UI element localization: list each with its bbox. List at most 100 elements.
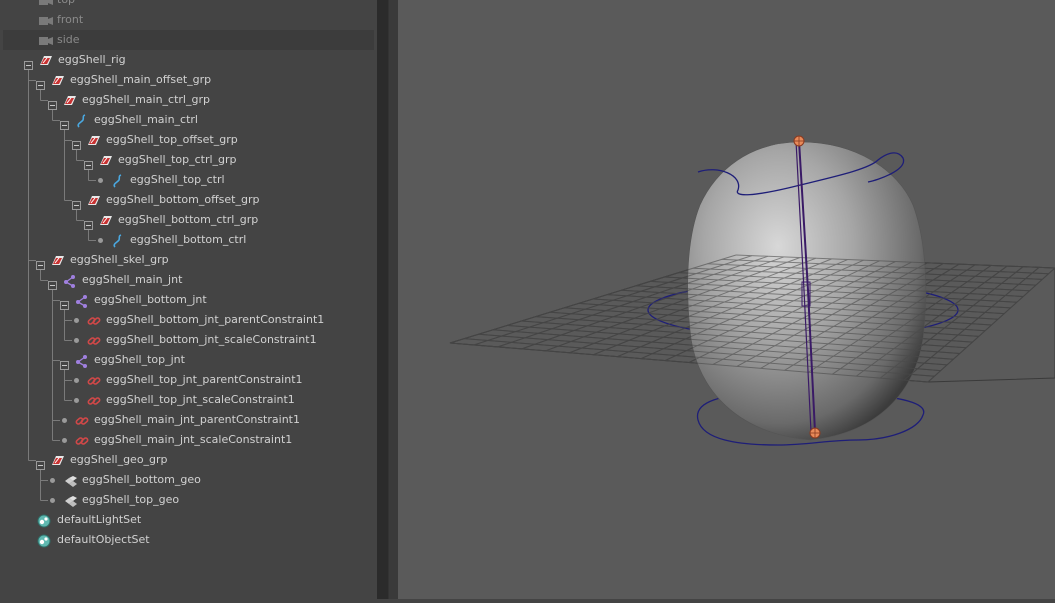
outliner-row-label: eggShell_rig bbox=[58, 53, 126, 66]
camera-icon bbox=[38, 13, 54, 27]
collapse-toggle-icon[interactable] bbox=[72, 195, 81, 210]
outliner-row-label: eggShell_main_jnt_scaleConstraint1 bbox=[94, 433, 293, 446]
curve-icon bbox=[110, 233, 126, 248]
outliner-row[interactable]: defaultObjectSet bbox=[0, 530, 377, 550]
outliner-row-label: top bbox=[57, 0, 75, 7]
outliner-row-label: eggShell_bottom_ctrl bbox=[130, 233, 247, 246]
group-icon bbox=[98, 153, 114, 167]
constraint-icon bbox=[86, 313, 102, 327]
outliner-row-label: eggShell_top_offset_grp bbox=[106, 133, 238, 146]
outliner-row-label: eggShell_bottom_geo bbox=[82, 473, 201, 486]
collapse-toggle-icon[interactable] bbox=[48, 275, 57, 290]
outliner-row-label: defaultLightSet bbox=[57, 513, 142, 526]
outliner-row[interactable]: eggShell_top_offset_grp bbox=[0, 130, 377, 150]
group-icon bbox=[50, 253, 66, 267]
outliner-row[interactable]: eggShell_skel_grp bbox=[0, 250, 377, 270]
collapse-toggle-icon[interactable] bbox=[72, 135, 81, 150]
outliner-row-camera-front[interactable]: front bbox=[0, 10, 377, 30]
leaf-node-dot bbox=[74, 398, 79, 403]
leaf-node-dot bbox=[50, 478, 55, 483]
outliner-row-label: eggShell_main_ctrl bbox=[94, 113, 198, 126]
leaf-node-dot bbox=[50, 498, 55, 503]
joint-icon bbox=[62, 273, 78, 288]
outliner-row[interactable]: eggShell_bottom_jnt bbox=[0, 290, 377, 310]
outliner-row-label: eggShell_top_ctrl_grp bbox=[118, 153, 237, 166]
outliner-row[interactable]: eggShell_geo_grp bbox=[0, 450, 377, 470]
outliner-row-label: eggShell_top_ctrl bbox=[130, 173, 225, 186]
curve-icon bbox=[74, 113, 90, 128]
collapse-toggle-icon[interactable] bbox=[36, 255, 45, 270]
outliner-row-label: side bbox=[57, 33, 80, 46]
outliner-row-label: eggShell_bottom_jnt_scaleConstraint1 bbox=[106, 333, 317, 346]
group-icon bbox=[98, 213, 114, 227]
outliner-row[interactable]: defaultLightSet bbox=[0, 510, 377, 530]
viewport-scene[interactable] bbox=[398, 0, 1055, 599]
collapse-toggle-icon[interactable] bbox=[84, 155, 93, 170]
outliner-row-label: eggShell_geo_grp bbox=[70, 453, 168, 466]
outliner-row[interactable]: eggShell_bottom_offset_grp bbox=[0, 190, 377, 210]
collapse-toggle-icon[interactable] bbox=[60, 295, 69, 310]
outliner-row[interactable]: eggShell_top_ctrl bbox=[0, 170, 377, 190]
outliner-row-label: eggShell_skel_grp bbox=[70, 253, 169, 266]
outliner-row-label: eggShell_top_jnt_parentConstraint1 bbox=[106, 373, 303, 386]
group-icon bbox=[62, 93, 78, 107]
outliner-row-camera-side[interactable]: side bbox=[3, 30, 374, 50]
outliner-row-label: defaultObjectSet bbox=[57, 533, 150, 546]
outliner-row-label: front bbox=[57, 13, 84, 26]
outliner-row[interactable]: eggShell_top_jnt bbox=[0, 350, 377, 370]
curve-icon bbox=[110, 173, 126, 188]
joint-icon bbox=[74, 293, 90, 308]
outliner-row-label: eggShell_bottom_jnt bbox=[94, 293, 207, 306]
outliner-row[interactable]: eggShell_top_jnt_scaleConstraint1 bbox=[0, 390, 377, 410]
leaf-node-dot bbox=[62, 438, 67, 443]
mesh-icon bbox=[62, 493, 78, 507]
outliner-row[interactable]: eggShell_main_jnt_scaleConstraint1 bbox=[0, 430, 377, 450]
constraint-icon bbox=[74, 413, 90, 427]
outliner-row-label: eggShell_top_jnt_scaleConstraint1 bbox=[106, 393, 295, 406]
outliner-row[interactable]: eggShell_bottom_ctrl bbox=[0, 230, 377, 250]
collapse-toggle-icon[interactable] bbox=[84, 215, 93, 230]
outliner-row[interactable]: eggShell_bottom_jnt_scaleConstraint1 bbox=[0, 330, 377, 350]
outliner-row[interactable]: eggShell_top_jnt_parentConstraint1 bbox=[0, 370, 377, 390]
outliner-row[interactable]: eggShell_bottom_geo bbox=[0, 470, 377, 490]
outliner-row[interactable]: eggShell_bottom_jnt_parentConstraint1 bbox=[0, 310, 377, 330]
collapse-toggle-icon[interactable] bbox=[60, 355, 69, 370]
group-icon bbox=[50, 73, 66, 87]
joint-icon bbox=[74, 353, 90, 368]
camera-icon bbox=[38, 0, 54, 7]
group-icon bbox=[86, 193, 102, 207]
collapse-toggle-icon[interactable] bbox=[36, 75, 45, 90]
group-icon bbox=[38, 53, 54, 67]
collapse-toggle-icon[interactable] bbox=[24, 55, 33, 70]
outliner-row-label: eggShell_top_geo bbox=[82, 493, 180, 506]
leaf-node-dot bbox=[74, 318, 79, 323]
collapse-toggle-icon[interactable] bbox=[36, 455, 45, 470]
camera-icon bbox=[38, 33, 54, 47]
outliner-row[interactable]: eggShell_main_jnt bbox=[0, 270, 377, 290]
constraint-icon bbox=[86, 373, 102, 387]
outliner-row[interactable]: eggShell_main_offset_grp bbox=[0, 70, 377, 90]
outliner-panel: top front side eggShell_rig eggShell_main_of… bbox=[0, 0, 377, 599]
outliner-row[interactable]: eggShell_main_jnt_parentConstraint1 bbox=[0, 410, 377, 430]
collapse-toggle-icon[interactable] bbox=[48, 95, 57, 110]
outliner-row[interactable]: eggShell_bottom_ctrl_grp bbox=[0, 210, 377, 230]
outliner-row[interactable]: eggShell_rig bbox=[0, 50, 377, 70]
group-icon bbox=[50, 453, 66, 467]
constraint-icon bbox=[86, 393, 102, 407]
outliner-row[interactable]: eggShell_top_ctrl_grp bbox=[0, 150, 377, 170]
outliner-row-label: eggShell_bottom_jnt_parentConstraint1 bbox=[106, 313, 325, 326]
collapse-toggle-icon[interactable] bbox=[60, 115, 69, 130]
group-icon bbox=[86, 133, 102, 147]
mesh-icon bbox=[62, 473, 78, 487]
outliner-row[interactable]: eggShell_main_ctrl_grp bbox=[0, 90, 377, 110]
leaf-node-dot bbox=[62, 418, 67, 423]
outliner-scrollbar[interactable] bbox=[377, 0, 388, 599]
outliner-row-label: eggShell_bottom_offset_grp bbox=[106, 193, 260, 206]
constraint-icon bbox=[74, 433, 90, 447]
outliner-row[interactable]: eggShell_main_ctrl bbox=[0, 110, 377, 130]
constraint-icon bbox=[86, 333, 102, 347]
3d-viewport[interactable] bbox=[398, 0, 1055, 599]
outliner-row-camera-top[interactable]: top bbox=[0, 0, 377, 10]
leaf-node-dot bbox=[98, 178, 103, 183]
outliner-row[interactable]: eggShell_top_geo bbox=[0, 490, 377, 510]
